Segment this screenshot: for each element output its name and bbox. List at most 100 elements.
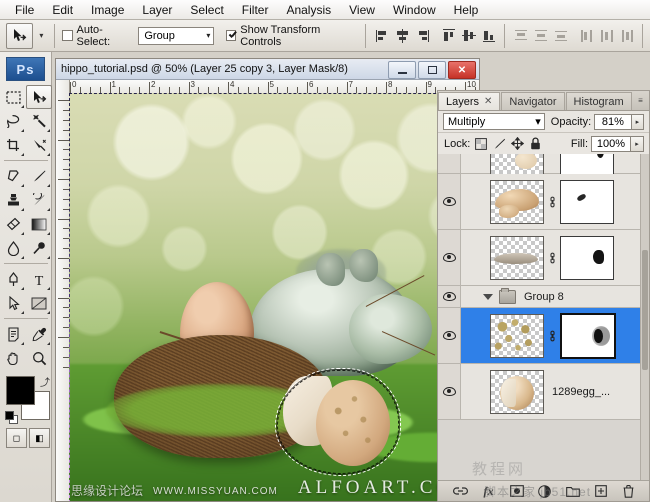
show-transform-controls-checkbox[interactable]	[226, 30, 237, 41]
magic-wand-tool[interactable]	[26, 109, 52, 133]
align-vertical-centers-icon[interactable]	[461, 28, 477, 44]
menu-item-file[interactable]: File	[6, 1, 43, 19]
tab-layers[interactable]: Layers ✕	[438, 92, 500, 110]
blend-mode-dropdown[interactable]: Multiply ▾	[443, 113, 545, 130]
layer-name[interactable]: 1289egg_...	[552, 386, 610, 398]
menu-item-view[interactable]: View	[340, 1, 384, 19]
slice-tool[interactable]	[26, 133, 52, 157]
restore-button[interactable]	[418, 61, 446, 79]
layers-panel-scrollbar[interactable]	[640, 154, 649, 482]
menu-item-edit[interactable]: Edit	[43, 1, 82, 19]
table-row[interactable]	[438, 230, 650, 286]
notes-tool[interactable]	[0, 322, 26, 346]
clone-stamp-tool[interactable]	[0, 188, 26, 212]
panel-menu-icon[interactable]: ≡	[634, 94, 647, 107]
layer-mask-thumbnail-active[interactable]	[560, 313, 616, 359]
menu-item-help[interactable]: Help	[445, 1, 488, 19]
lock-image-pixels-icon[interactable]	[492, 137, 506, 151]
layer-visibility-cell[interactable]	[438, 308, 461, 363]
table-row[interactable]: 1289egg_...	[438, 364, 650, 420]
align-top-edges-icon[interactable]	[441, 28, 457, 44]
foreground-color-swatch[interactable]	[6, 376, 35, 405]
zoom-tool[interactable]	[26, 346, 52, 370]
eraser-tool[interactable]	[0, 212, 26, 236]
auto-select-checkbox[interactable]	[62, 30, 73, 41]
layer-list[interactable]: Group 8	[438, 154, 650, 482]
menu-item-window[interactable]: Window	[384, 1, 445, 19]
distribute-top-edges-icon[interactable]	[513, 28, 529, 44]
opacity-slider-arrow-icon[interactable]: ▸	[632, 114, 644, 130]
link-icon[interactable]	[547, 251, 557, 265]
align-horizontal-centers-icon[interactable]	[395, 28, 411, 44]
canvas-area[interactable]: 思缘设计论坛 WWW.MISSYUAN.COM ALFOART.COM	[69, 93, 480, 502]
standard-mode-icon[interactable]: ◻	[6, 428, 27, 448]
lock-all-icon[interactable]	[528, 137, 542, 151]
menu-item-select[interactable]: Select	[181, 1, 232, 19]
history-brush-tool[interactable]	[26, 188, 52, 212]
type-tool[interactable]: T	[26, 267, 52, 291]
move-tool[interactable]	[26, 85, 52, 109]
opacity-input[interactable]: 81%	[594, 114, 632, 130]
menu-item-layer[interactable]: Layer	[133, 1, 181, 19]
distribute-vertical-centers-icon[interactable]	[533, 28, 549, 44]
layer-style-fx-icon[interactable]: fx	[481, 484, 496, 498]
eye-icon[interactable]	[443, 292, 456, 301]
new-group-icon[interactable]	[565, 484, 580, 498]
align-left-edges-icon[interactable]	[375, 28, 391, 44]
table-row-group[interactable]: Group 8	[438, 286, 650, 308]
eye-icon[interactable]	[443, 387, 456, 396]
path-selection-tool[interactable]	[0, 291, 26, 315]
menu-item-image[interactable]: Image	[82, 1, 133, 19]
link-icon[interactable]	[547, 329, 557, 343]
menu-item-analysis[interactable]: Analysis	[277, 1, 340, 19]
layer-thumbnail[interactable]	[490, 236, 544, 280]
healing-brush-tool[interactable]	[0, 164, 26, 188]
gradient-tool[interactable]	[26, 212, 52, 236]
pen-tool[interactable]	[0, 267, 26, 291]
layer-visibility-cell[interactable]	[438, 174, 461, 229]
hand-tool[interactable]	[0, 346, 26, 370]
swap-colors-icon[interactable]: ⤴	[40, 374, 50, 389]
dodge-tool[interactable]	[26, 236, 52, 260]
distribute-left-edges-icon[interactable]	[579, 28, 595, 44]
layer-thumbnail[interactable]	[490, 370, 544, 414]
lasso-tool[interactable]	[0, 109, 26, 133]
close-button[interactable]: ✕	[448, 61, 476, 79]
layer-mask-thumbnail[interactable]	[560, 236, 614, 280]
layer-visibility-cell[interactable]	[438, 230, 461, 285]
tab-navigator[interactable]: Navigator	[501, 92, 564, 110]
add-layer-mask-icon[interactable]	[509, 484, 524, 498]
lock-position-icon[interactable]	[510, 137, 524, 151]
layer-visibility-cell[interactable]	[438, 286, 461, 307]
table-row-selected[interactable]	[438, 308, 650, 364]
document-title-bar[interactable]: hippo_tutorial.psd @ 50% (Layer 25 copy …	[56, 59, 479, 80]
new-adjustment-layer-icon[interactable]	[537, 484, 552, 498]
scrollbar-thumb[interactable]	[642, 250, 648, 370]
eye-icon[interactable]	[443, 253, 456, 262]
fill-input[interactable]: 100%	[591, 136, 631, 152]
auto-select-scope-dropdown[interactable]: Group ▾	[138, 27, 214, 45]
brush-tool[interactable]	[26, 164, 52, 188]
layer-mask-thumbnail[interactable]	[560, 180, 614, 224]
eye-icon[interactable]	[443, 197, 456, 206]
align-right-edges-icon[interactable]	[415, 28, 431, 44]
distribute-bottom-edges-icon[interactable]	[553, 28, 569, 44]
tab-histogram[interactable]: Histogram	[566, 92, 632, 110]
new-layer-icon[interactable]	[593, 484, 608, 498]
table-row[interactable]	[438, 174, 650, 230]
tool-preset-chevron-icon[interactable]: ▾	[36, 31, 47, 40]
layer-thumbnail[interactable]	[490, 180, 544, 224]
eyedropper-tool[interactable]	[26, 322, 52, 346]
blur-tool[interactable]	[0, 236, 26, 260]
link-icon[interactable]	[547, 195, 557, 209]
layer-visibility-cell[interactable]	[438, 364, 461, 419]
crop-tool[interactable]	[0, 133, 26, 157]
group-name[interactable]: Group 8	[524, 291, 564, 303]
rectangular-marquee-tool[interactable]	[0, 85, 26, 109]
eye-icon[interactable]	[443, 331, 456, 340]
fill-slider-arrow-icon[interactable]: ▸	[631, 136, 644, 152]
layer-thumbnail[interactable]	[490, 314, 544, 358]
align-bottom-edges-icon[interactable]	[481, 28, 497, 44]
menu-item-filter[interactable]: Filter	[233, 1, 278, 19]
chevron-down-icon[interactable]	[483, 294, 493, 300]
